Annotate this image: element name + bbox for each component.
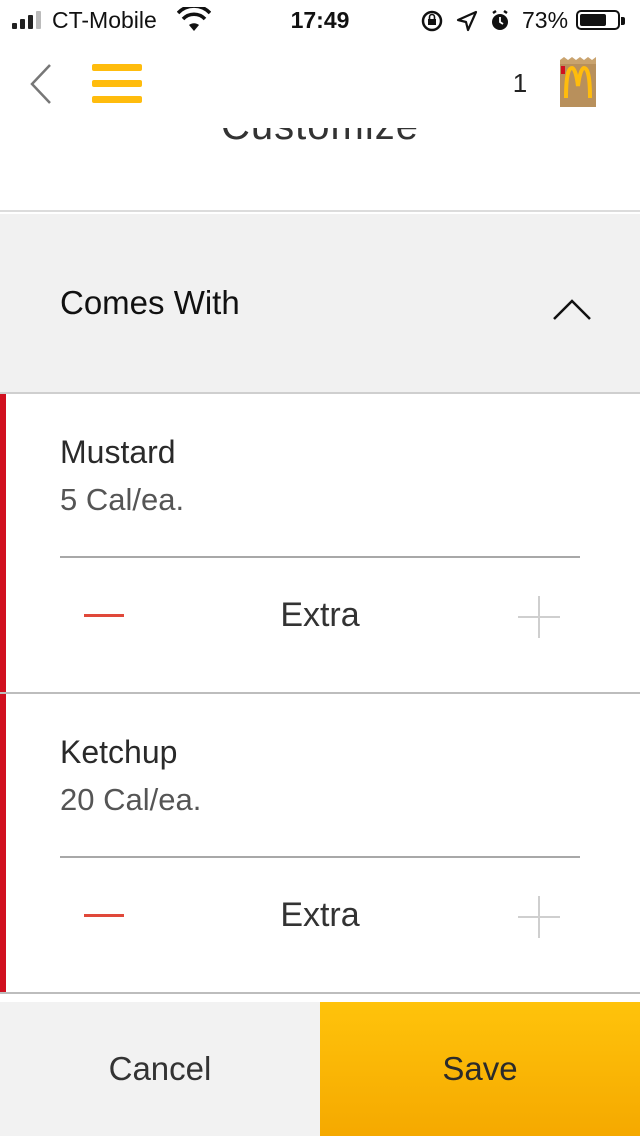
battery-percent: 73% xyxy=(522,7,569,33)
alarm-icon xyxy=(492,9,508,30)
nav-bar: 1 xyxy=(0,40,640,128)
ingredient-ketchup: Ketchup 20 Cal/ea. Extra xyxy=(0,694,640,994)
page-title-area: Customize xyxy=(0,128,640,212)
ingredient-mustard: Mustard 5 Cal/ea. Extra xyxy=(0,394,640,694)
save-button[interactable]: Save xyxy=(320,1002,640,1136)
divider xyxy=(60,856,580,858)
footer-actions: Cancel Save xyxy=(0,1002,640,1136)
location-arrow-icon xyxy=(456,10,478,32)
comes-with-section-header[interactable]: Comes With xyxy=(0,214,640,394)
chevron-up-icon[interactable] xyxy=(552,298,592,322)
page-title: Customize xyxy=(0,128,640,149)
status-bar: CT-Mobile 17:49 73% xyxy=(0,0,640,40)
increase-button[interactable] xyxy=(518,596,562,640)
ingredient-calories: 5 Cal/ea. xyxy=(60,482,185,517)
divider xyxy=(0,992,640,994)
section-title: Comes With xyxy=(60,284,240,321)
battery-icon xyxy=(576,10,625,30)
ingredient-calories: 20 Cal/ea. xyxy=(60,782,202,817)
bag-count: 1 xyxy=(512,68,528,98)
accent-bar xyxy=(0,694,6,994)
ingredient-name: Ketchup xyxy=(60,734,178,770)
back-chevron-icon[interactable] xyxy=(26,62,56,106)
divider xyxy=(60,556,580,558)
accent-bar xyxy=(0,394,6,694)
status-icons xyxy=(421,9,508,32)
mcdonalds-bag-icon[interactable] xyxy=(558,56,598,108)
orientation-lock-icon xyxy=(421,10,443,32)
hamburger-menu-icon[interactable] xyxy=(92,64,142,104)
cancel-button[interactable]: Cancel xyxy=(0,1002,320,1136)
increase-button[interactable] xyxy=(518,896,562,940)
ingredient-name: Mustard xyxy=(60,434,176,470)
